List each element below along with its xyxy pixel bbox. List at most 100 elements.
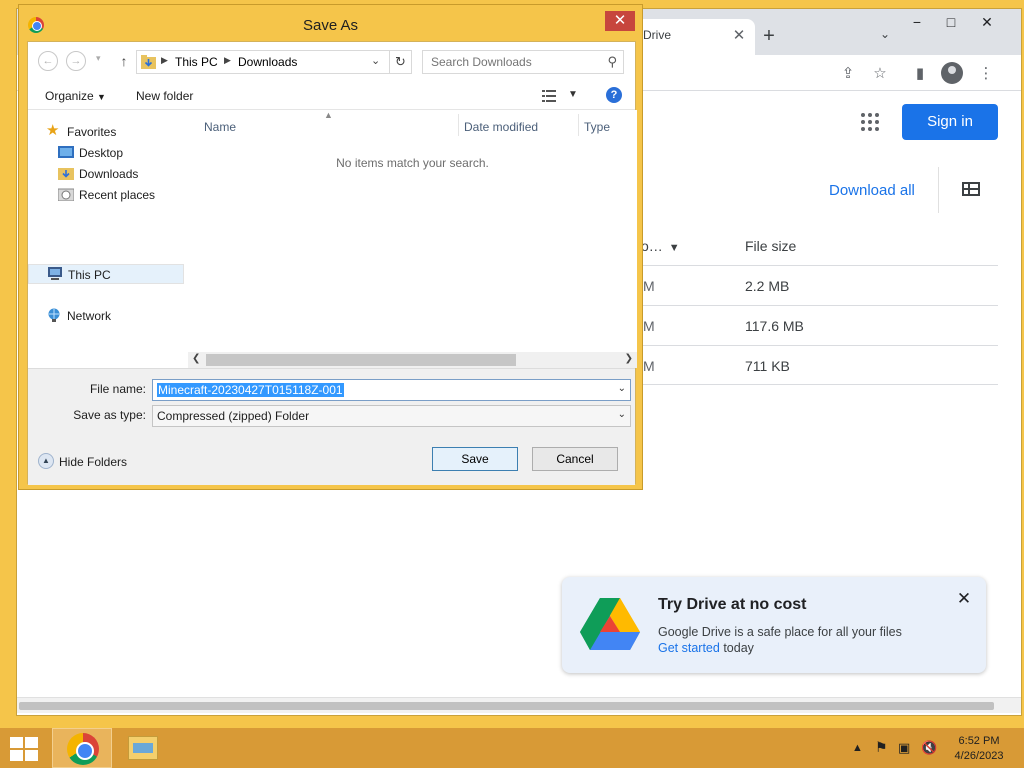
sort-down-icon: ▼ [668, 242, 680, 254]
nav-network[interactable]: Network [46, 306, 176, 326]
navigation-bar: ← → ▾ ↑ ▶ This PC ▶ Downloads ⌄ ↻ ⚲ [28, 42, 635, 80]
file-list-pane: ▲ Name Date modified Type No items match… [188, 110, 637, 366]
system-clock[interactable]: 6:52 PM 4/26/2023 [944, 734, 1014, 764]
tab-title: Drive [643, 28, 672, 42]
file-row-size: 711 KB [745, 358, 790, 374]
search-icon[interactable]: ⚲ [607, 54, 617, 70]
dialog-close-button[interactable]: ✕ [605, 11, 635, 31]
nav-downloads[interactable]: Downloads [58, 164, 178, 184]
recent-locations-chevron-icon[interactable]: ▾ [96, 53, 101, 64]
nav-downloads-label: Downloads [79, 167, 139, 181]
show-hidden-icons-chevron-icon[interactable]: ▲ [852, 742, 863, 754]
save-as-type-select[interactable]: Compressed (zipped) Folder ⌄ [152, 405, 631, 427]
file-list-horizontal-scrollbar[interactable]: ❮ ❯ [188, 352, 637, 368]
refresh-icon[interactable]: ↻ [389, 51, 411, 73]
more-menu-icon[interactable]: ⋮ [975, 63, 997, 85]
nav-recent-places-label: Recent places [79, 188, 156, 202]
nav-desktop[interactable]: Desktop [58, 143, 178, 163]
new-tab-plus-icon[interactable]: + [757, 25, 781, 49]
column-separator[interactable] [578, 114, 579, 136]
network-icon [48, 308, 60, 322]
search-input[interactable] [423, 51, 599, 73]
back-arrow-icon[interactable]: ← [38, 51, 58, 71]
save-as-type-dropdown-icon[interactable]: ⌄ [618, 409, 626, 420]
scrollbar-thumb[interactable] [19, 702, 994, 710]
scroll-right-icon[interactable]: ❯ [625, 353, 633, 364]
scroll-left-icon[interactable]: ❮ [192, 353, 200, 364]
organize-menu[interactable]: Organize ▼ [45, 89, 106, 103]
column-header-name[interactable]: o… ▼ [641, 238, 680, 254]
bookmark-star-icon[interactable]: ☆ [869, 63, 891, 85]
clock-date: 4/26/2023 [954, 750, 1004, 762]
maximize-button[interactable]: □ [931, 9, 971, 37]
file-row[interactable]: M 711 KB [629, 345, 998, 385]
scrollbar-thumb[interactable] [206, 354, 516, 366]
share-icon[interactable]: ⇪ [837, 63, 859, 85]
file-row[interactable]: M 2.2 MB [629, 265, 998, 305]
column-header-type[interactable]: Type [584, 120, 610, 134]
file-explorer-icon [128, 736, 158, 760]
breadcrumb-this-pc[interactable]: This PC [175, 55, 218, 69]
file-name-dropdown-icon[interactable]: ⌄ [618, 383, 626, 394]
side-panel-icon[interactable]: ▮ [909, 63, 931, 85]
save-button[interactable]: Save [432, 447, 518, 471]
windows-start-icon[interactable] [10, 737, 38, 761]
forward-arrow-icon[interactable]: → [66, 51, 86, 71]
view-options-dropdown-icon[interactable]: ▼ [568, 89, 578, 100]
chrome-icon [67, 733, 99, 765]
up-arrow-icon[interactable]: ↑ [114, 51, 134, 71]
get-started-link[interactable]: Get started [658, 641, 720, 655]
nav-this-pc[interactable]: This PC [28, 264, 184, 284]
close-window-button[interactable]: ✕ [967, 9, 1007, 37]
column-header-name[interactable]: Name [204, 120, 236, 134]
breadcrumb-separator-icon: ▶ [161, 55, 168, 65]
browser-horizontal-scrollbar[interactable] [17, 697, 1021, 713]
taskbar-file-explorer[interactable] [114, 728, 174, 768]
hide-folders-label: Hide Folders [59, 455, 128, 469]
file-name-value[interactable]: Minecraft-20230427T015118Z-001 [157, 383, 344, 397]
file-name-field[interactable]: Minecraft-20230427T015118Z-001 ⌄ [152, 379, 631, 401]
search-box[interactable]: ⚲ [422, 50, 624, 74]
network-tray-icon[interactable]: ▣ [898, 740, 910, 756]
help-icon[interactable]: ? [606, 87, 622, 103]
address-bar[interactable]: ▶ This PC ▶ Downloads ⌄ ↻ [136, 50, 412, 74]
dialog-titlebar[interactable]: Save As ✕ [19, 5, 642, 41]
taskbar-chrome[interactable] [52, 728, 112, 768]
desktop-icon [58, 146, 74, 158]
downloads-icon [58, 168, 74, 180]
new-folder-button[interactable]: New folder [136, 89, 193, 103]
clock-time: 6:52 PM [958, 735, 1000, 747]
column-header-file-size[interactable]: File size [745, 238, 796, 254]
collapse-up-icon: ▲ [38, 453, 54, 469]
change-view-icon[interactable] [542, 90, 556, 102]
tab-close-icon[interactable]: ✕ [729, 26, 749, 46]
save-form-area: File name: Minecraft-20230427T015118Z-00… [28, 368, 635, 485]
sign-in-button[interactable]: Sign in [902, 104, 998, 140]
profile-avatar-icon[interactable] [941, 62, 963, 84]
save-as-type-label: Save as type: [73, 408, 146, 422]
action-center-flag-icon[interactable]: ⚑ [875, 739, 888, 756]
cancel-button[interactable]: Cancel [532, 447, 618, 471]
breadcrumb-downloads[interactable]: Downloads [238, 55, 297, 69]
nav-recent-places[interactable]: Recent places [58, 185, 182, 205]
nav-favorites[interactable]: ★ Favorites [46, 122, 176, 142]
file-row-modified: M [643, 318, 655, 334]
download-all-link[interactable]: Download all [829, 182, 915, 199]
google-apps-icon[interactable] [861, 113, 879, 131]
address-dropdown-icon[interactable]: ⌄ [371, 54, 380, 67]
command-bar: Organize ▼ New folder ▼ ? [28, 82, 635, 110]
nav-network-label: Network [67, 309, 112, 323]
file-row[interactable]: M 117.6 MB [629, 305, 998, 345]
computer-icon [48, 267, 62, 280]
grid-view-icon[interactable] [962, 182, 980, 196]
organize-label: Organize [45, 89, 94, 103]
column-separator[interactable] [458, 114, 459, 136]
promo-close-icon[interactable]: ✕ [954, 589, 974, 609]
tab-drive[interactable]: Drive ✕ [629, 19, 755, 55]
column-header-date-modified[interactable]: Date modified [464, 120, 538, 134]
drive-promo-card: Try Drive at no cost Google Drive is a s… [562, 577, 986, 673]
tab-search-chevron-icon[interactable]: ⌄ [875, 27, 895, 47]
sort-ascending-icon: ▲ [324, 110, 333, 120]
volume-muted-icon[interactable]: 🔇 [921, 740, 937, 756]
downloads-folder-icon [141, 55, 156, 69]
